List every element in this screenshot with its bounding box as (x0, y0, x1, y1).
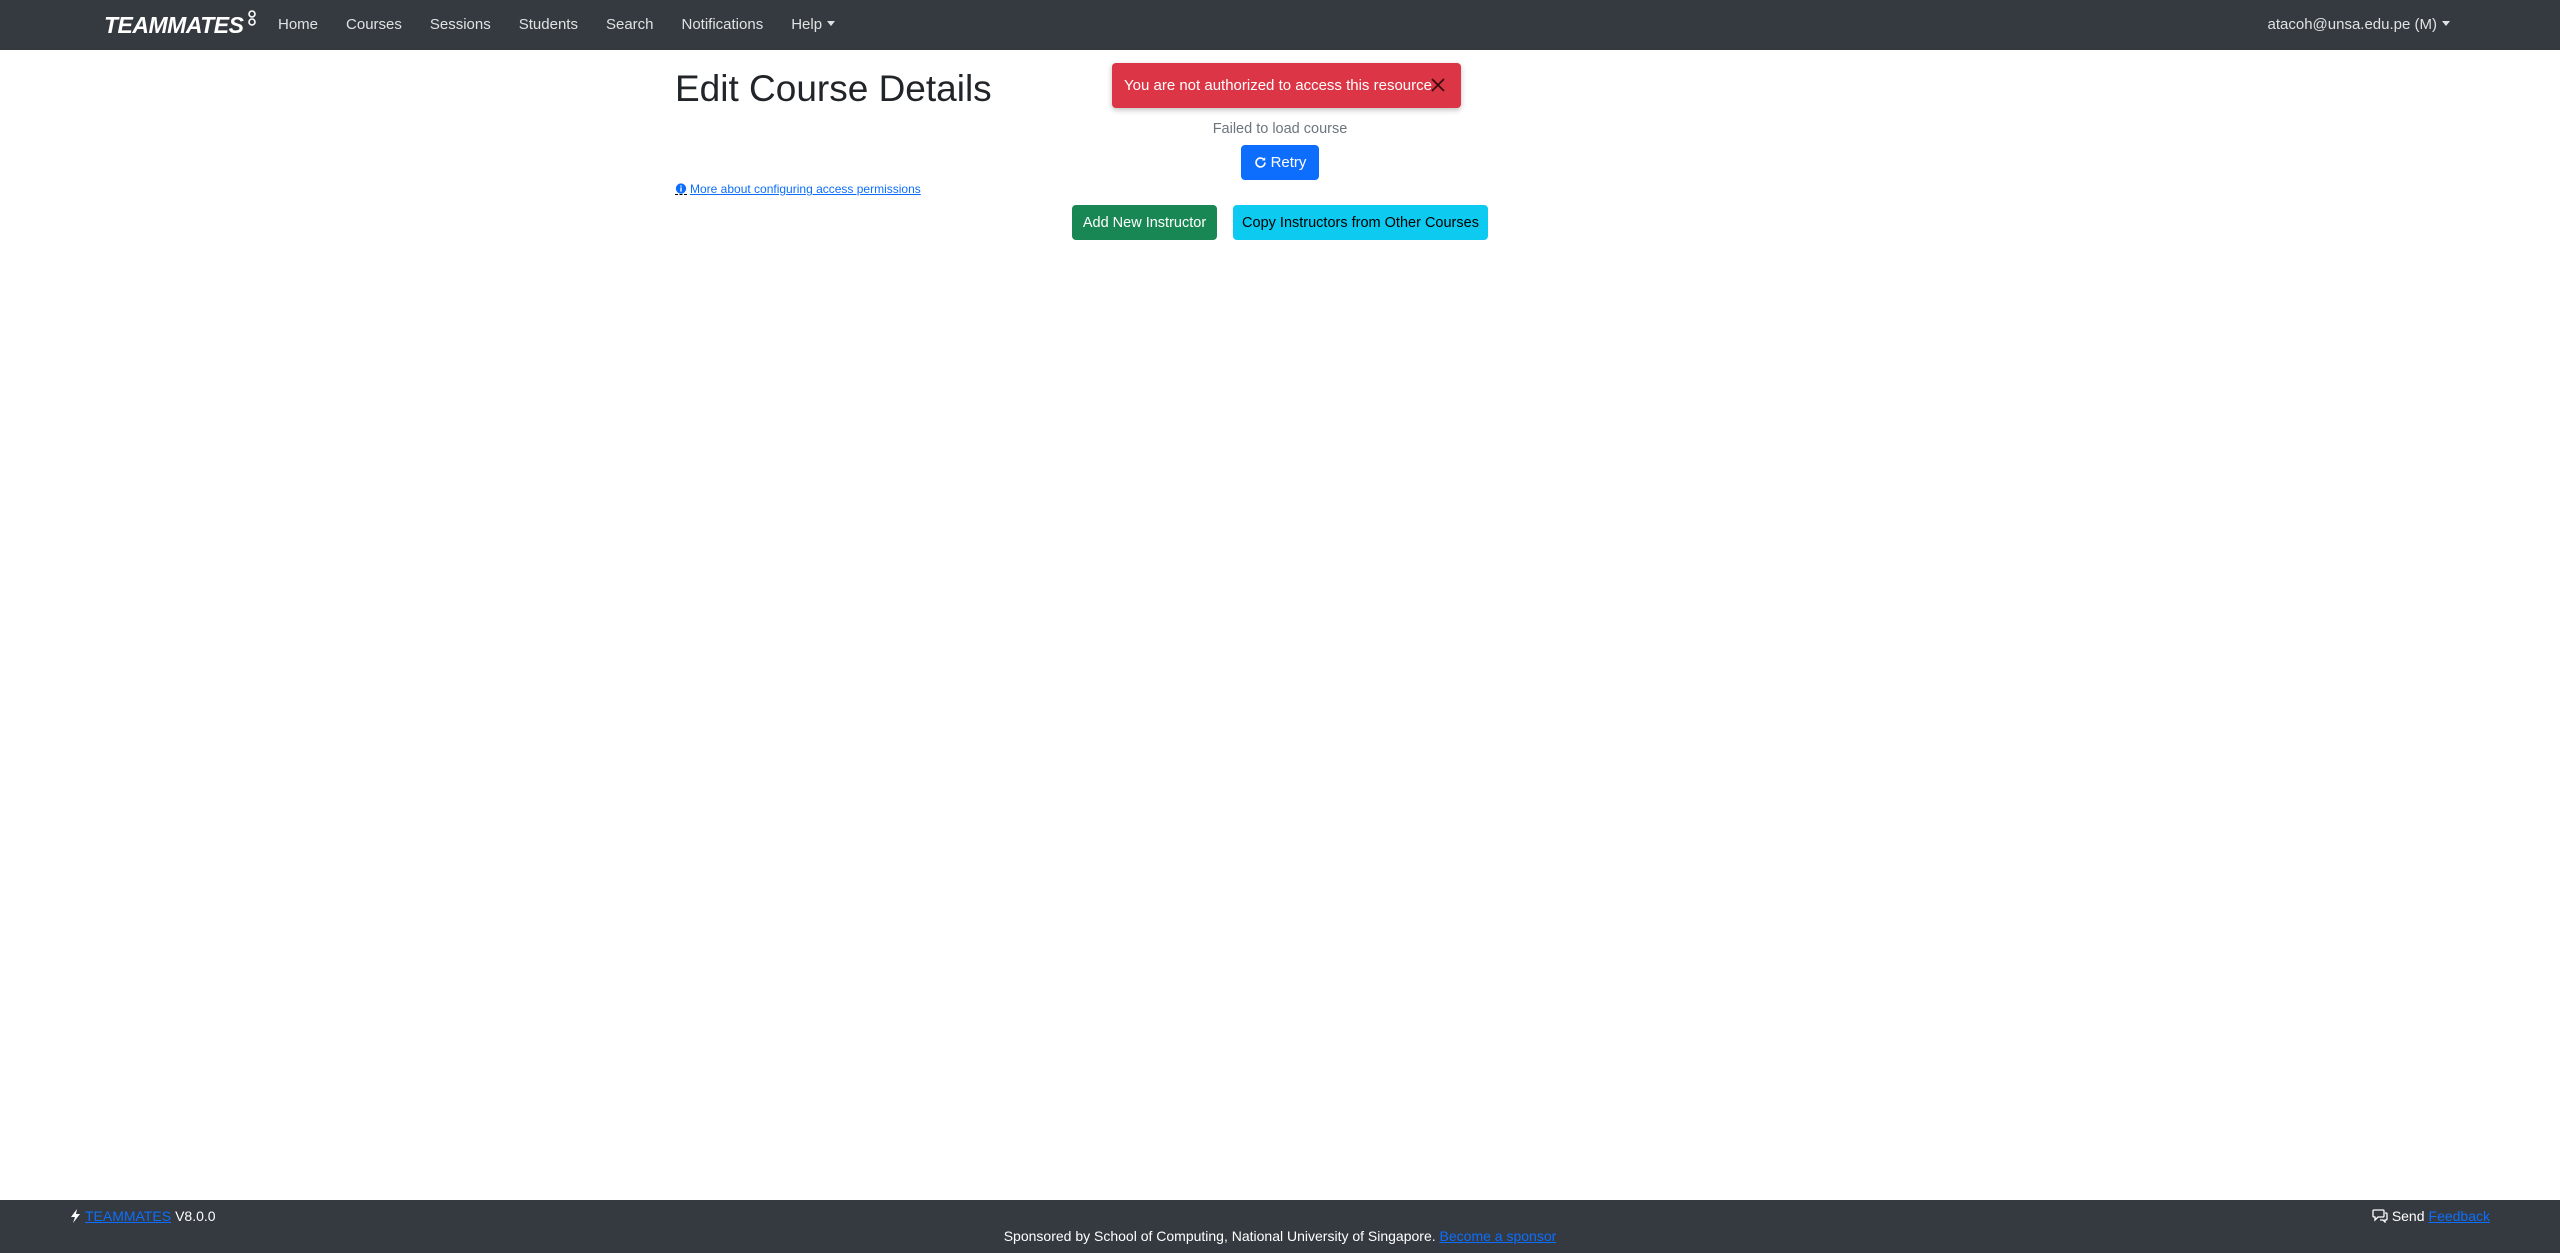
become-sponsor-link[interactable]: Become a sponsor (1440, 1228, 1557, 1244)
toast-message: You are not authorized to access this re… (1124, 77, 1437, 94)
people-network-icon (248, 10, 257, 26)
error-toast: You are not authorized to access this re… (1112, 63, 1461, 108)
brand-name[interactable]: TEAMMATES (104, 12, 244, 39)
page-title: Edit Course Details (675, 68, 992, 109)
footer-version-text: V8.0.0 (175, 1208, 216, 1224)
sponsor-text: Sponsored by School of Computing, Nation… (1003, 1228, 1436, 1244)
permissions-link[interactable]: More about configuring access permission… (690, 182, 921, 196)
nav-sessions[interactable]: Sessions (416, 0, 505, 50)
footer-version: TEAMMATES V8.0.0 (70, 1208, 216, 1224)
nav-links: Home Courses Sessions Students Search No… (264, 0, 849, 50)
close-icon[interactable] (1427, 74, 1449, 96)
refresh-icon (1254, 157, 1266, 168)
feedback-link[interactable]: Feedback (2429, 1208, 2490, 1224)
retry-label: Retry (1270, 154, 1307, 171)
footer-sponsor: Sponsored by School of Computing, Nation… (0, 1228, 2560, 1244)
retry-button[interactable]: Retry (1241, 145, 1319, 180)
nav-courses[interactable]: Courses (332, 0, 416, 50)
nav-notifications[interactable]: Notifications (668, 0, 778, 50)
top-navbar: TEAMMATES Home Courses Sessions Students… (0, 0, 2560, 50)
nav-help-dropdown[interactable]: Help (777, 0, 849, 50)
footer-feedback: Send Feedback (2372, 1208, 2490, 1224)
add-instructor-button[interactable]: Add New Instructor (1072, 205, 1217, 240)
send-label: Send (2391, 1208, 2425, 1224)
chat-icon (2372, 1209, 2388, 1223)
nav-students[interactable]: Students (505, 0, 592, 50)
info-circle-icon (675, 183, 687, 195)
brand[interactable]: TEAMMATES (104, 6, 259, 44)
footer: TEAMMATES V8.0.0 Sponsored by School of … (0, 1200, 2560, 1253)
copy-instructors-button[interactable]: Copy Instructors from Other Courses (1233, 205, 1488, 240)
nav-home[interactable]: Home (264, 0, 332, 50)
nav-search[interactable]: Search (592, 0, 668, 50)
lightning-icon (71, 1209, 80, 1223)
footer-brand-link[interactable]: TEAMMATES (85, 1208, 171, 1224)
user-menu-dropdown[interactable]: atacoh@unsa.edu.pe (M) (2268, 0, 2451, 50)
permissions-help: More about configuring access permission… (675, 182, 921, 196)
load-error-message: Failed to load course (1212, 121, 1348, 137)
